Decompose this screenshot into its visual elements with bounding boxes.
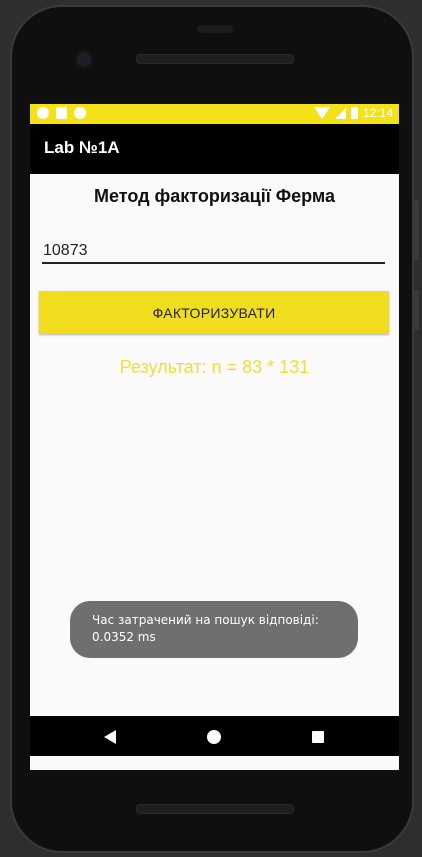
home-icon[interactable]	[207, 730, 221, 744]
number-input[interactable]	[42, 240, 385, 264]
app-bar: Lab №1A	[30, 124, 399, 174]
page-heading: Метод факторизації Ферма	[93, 186, 335, 206]
battery-icon	[350, 107, 358, 119]
volume-button	[414, 200, 419, 260]
power-button	[414, 290, 419, 330]
speaker-grill-top	[136, 54, 294, 64]
app-title: Lab №1A	[44, 138, 120, 157]
result-text: Результат: n = 83 * 131	[119, 357, 310, 377]
front-camera	[77, 52, 91, 66]
sim-card-icon	[56, 107, 67, 119]
back-icon[interactable]	[104, 730, 116, 744]
factorize-button[interactable]: ФАКТОРИЗУВАТИ	[39, 291, 389, 334]
signal-icon	[334, 107, 346, 119]
status-time: 12:14	[362, 106, 393, 120]
wifi-icon	[313, 107, 330, 119]
recents-icon[interactable]	[312, 731, 324, 743]
screen: 12:14 Lab №1A Метод факторизації Ферма Ф…	[30, 104, 399, 770]
status-bar: 12:14	[30, 104, 399, 124]
earpiece	[197, 25, 233, 33]
settings-icon	[74, 107, 86, 119]
toast-message: Час затрачений на пошук відповіді: 0.035…	[70, 601, 358, 658]
speaker-grill-bottom	[136, 804, 294, 814]
navigation-bar	[30, 716, 399, 756]
toast-line-1: Час затрачений на пошук відповіді:	[92, 613, 319, 627]
toast-line-2: 0.0352 ms	[92, 630, 156, 644]
shield-icon	[37, 107, 49, 119]
